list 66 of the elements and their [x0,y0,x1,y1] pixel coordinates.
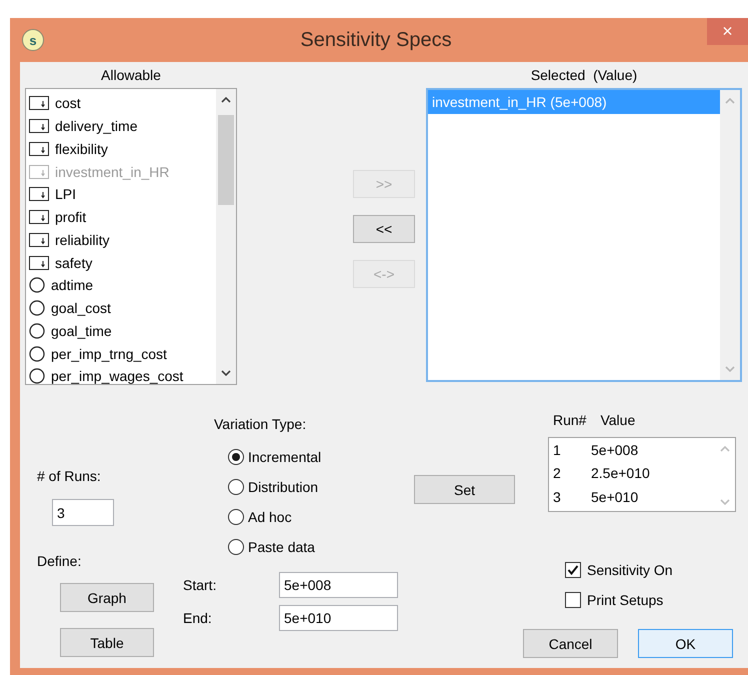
radio-label[interactable]: Paste data [248,539,315,555]
scroll-up-icon[interactable] [221,97,231,103]
table-cell: 5e+010 [591,488,638,505]
converter-icon [29,300,45,316]
radio-button[interactable] [228,479,244,495]
list-label: Allowable [101,67,161,83]
start-field[interactable]: 5e+008 [279,572,398,598]
scroll-down-icon[interactable] [221,370,231,376]
list-item[interactable]: LPI [26,183,216,206]
end-field[interactable]: 5e+010 [279,604,398,630]
column-header: Run# [553,412,586,430]
table-cell-text: 1 [553,442,562,458]
converter-icon [29,322,45,339]
stock-icon [29,119,49,134]
start-label: Start: [183,576,218,592]
table-cell-text: 2 [553,465,562,482]
converter-icon [29,368,45,384]
checkbox-label[interactable]: Print Setups [587,592,664,608]
window-title: Sensitivity Specs [299,28,453,52]
radio-button[interactable] [228,509,244,525]
radio-button[interactable] [228,539,244,555]
radio-label[interactable]: Incremental [248,449,322,465]
list-item[interactable]: safety [26,251,216,274]
stock-icon [29,164,49,179]
table-cell: 5e+008 [591,442,638,458]
runs-label: # of Runs: [37,468,101,484]
scrollbar-thumb[interactable] [218,115,234,205]
cancel-button[interactable]: Cancel [523,629,618,658]
end-label: End: [183,610,213,626]
list-label: Selected (Value) [530,67,638,83]
stock-icon [29,232,49,247]
list-item[interactable]: delivery_time [26,114,216,138]
stock-icon [29,142,49,156]
define-label: Define: [37,553,82,569]
table-cell: 2.5e+010 [591,465,650,482]
list-item[interactable]: flexibility [26,138,216,160]
checkbox[interactable] [565,562,581,578]
variation-type-label: Variation Type: [214,416,308,432]
converter-icon [29,277,45,294]
table-cell-text: 3 [553,488,562,505]
list-item[interactable]: goal_time [26,320,216,342]
radio-label[interactable]: Distribution [248,479,318,495]
ok-button[interactable]: OK [638,629,733,658]
list-item[interactable]: goal_cost [26,296,216,320]
stock-icon [29,96,49,110]
converter-icon [29,346,45,362]
checkbox-label[interactable]: Sensitivity On [587,562,673,578]
transfer-button[interactable]: << [353,215,415,243]
app-icon: s [22,29,44,51]
radio-label[interactable]: Ad hoc [248,509,292,525]
stock-icon [29,210,49,224]
graph-button[interactable]: Graph [60,583,154,612]
stock-icon [29,256,49,270]
set-button[interactable]: Set [414,475,515,504]
table-button[interactable]: Table [60,628,154,657]
list-item[interactable]: reliability [26,228,216,252]
runs-field[interactable]: 3 [52,499,114,526]
list-item[interactable]: profit [26,206,216,228]
list-item[interactable]: adtime [26,274,216,297]
list-item[interactable]: per_imp_wages_cost [26,365,216,388]
checkbox[interactable] [565,592,581,608]
list-item[interactable]: cost [26,92,216,115]
list-item[interactable]: per_imp_trng_cost [26,342,216,365]
column-header: Value [600,412,636,430]
stock-icon [29,187,49,202]
radio-button[interactable] [228,449,244,465]
